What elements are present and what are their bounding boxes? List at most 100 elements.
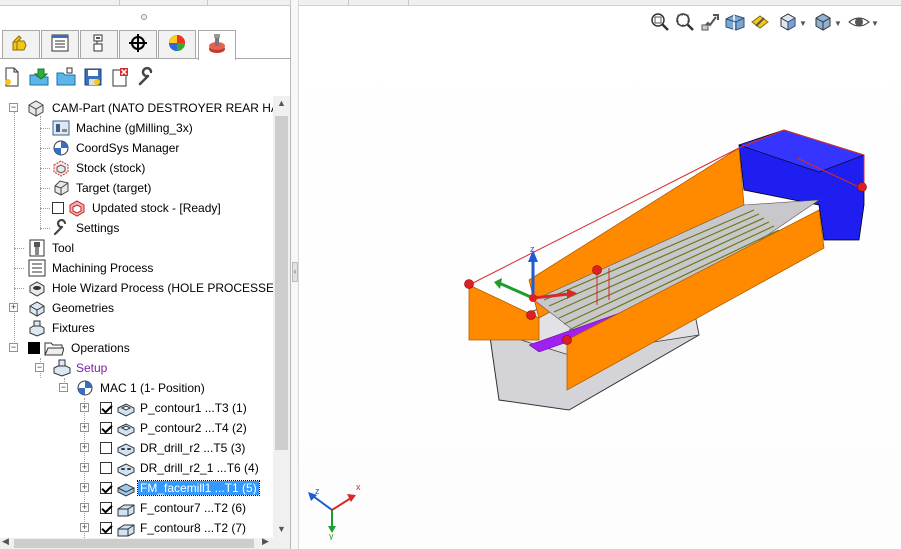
- expand-toggle[interactable]: +: [80, 423, 89, 432]
- panel-splitter[interactable]: ‹: [291, 0, 299, 549]
- configuration-manager-icon: [89, 33, 109, 56]
- tree-item-hole-wizard-process[interactable]: Hole Wizard Process (HOLE PROCESSES - SO…: [0, 278, 273, 298]
- expand-toggle[interactable]: +: [80, 443, 89, 452]
- collapse-toggle[interactable]: −: [9, 103, 18, 112]
- operation-checkbox[interactable]: [100, 422, 112, 434]
- scroll-up-arrow-icon[interactable]: ▲: [277, 98, 286, 108]
- cam-part-model[interactable]: z: [299, 0, 901, 440]
- stock-icon: [52, 159, 70, 177]
- tree-item-settings[interactable]: Settings: [0, 218, 273, 238]
- tree-item-tool[interactable]: Tool: [0, 238, 273, 258]
- operation-row[interactable]: + F_contour7 ...T2 (6): [0, 498, 273, 518]
- contour-op-icon: [116, 519, 135, 537]
- tree-item-fixtures[interactable]: Fixtures: [0, 318, 273, 338]
- tree-vertical-scrollbar[interactable]: ▲ ▼: [273, 96, 290, 538]
- scroll-down-arrow-icon[interactable]: ▼: [277, 524, 286, 534]
- collapse-toggle[interactable]: −: [9, 343, 18, 352]
- expand-toggle[interactable]: +: [80, 483, 89, 492]
- new-document-button[interactable]: [0, 66, 24, 90]
- expand-toggle[interactable]: +: [80, 463, 89, 472]
- tab-dimxpert-manager[interactable]: [119, 30, 157, 58]
- operation-checkbox[interactable]: [100, 522, 112, 534]
- settings-wrench-icon: [52, 218, 70, 237]
- machining-process-icon: [28, 259, 46, 277]
- tree-item-machining-process[interactable]: Machining Process: [0, 258, 273, 278]
- tree-item-label: Settings: [76, 221, 120, 235]
- tab-display-manager[interactable]: [158, 30, 196, 58]
- tree-horizontal-scrollbar[interactable]: ◀ ▶: [0, 536, 290, 549]
- operation-row[interactable]: + DR_drill_r2 ...T5 (3): [0, 438, 273, 458]
- close-document-icon: [110, 67, 130, 90]
- tab-cam-operation-tree[interactable]: [198, 30, 236, 60]
- tree-item-geometries[interactable]: + Geometries: [0, 298, 273, 318]
- expand-toggle[interactable]: +: [9, 303, 18, 312]
- expand-toggle[interactable]: +: [80, 503, 89, 512]
- tree-item-label: CoordSys Manager: [76, 141, 180, 155]
- tree-item-label: Hole Wizard Process (HOLE PROCESSES - SO…: [52, 281, 273, 295]
- tree-item-label: P_contour1 ...T3 (1): [140, 401, 247, 415]
- tree-item-coordsys-manager[interactable]: CoordSys Manager: [0, 138, 273, 158]
- tab-property-manager[interactable]: [41, 30, 79, 58]
- manager-tabs: [0, 30, 291, 60]
- display-manager-icon: [167, 33, 187, 56]
- operation-row[interactable]: + F_contour8 ...T2 (7): [0, 518, 273, 538]
- cam-operation-tree-icon: [206, 33, 228, 58]
- tree-item-target[interactable]: Target (target): [0, 178, 273, 198]
- collapse-toggle[interactable]: −: [35, 363, 44, 372]
- open-folder-button[interactable]: [54, 66, 78, 90]
- scroll-thumb[interactable]: [275, 116, 288, 450]
- panel-grip[interactable]: [141, 14, 147, 20]
- profile-op-icon: [116, 399, 135, 417]
- operation-checkbox[interactable]: [100, 482, 112, 494]
- tree-item-machine[interactable]: Machine (gMilling_3x): [0, 118, 273, 138]
- save-button[interactable]: [81, 66, 105, 90]
- collapse-panel-arrow-icon[interactable]: ‹: [292, 262, 298, 282]
- operation-checkbox[interactable]: [100, 442, 112, 454]
- tree-root-label: CAM-Part (NATO DESTROYER REAR HALF_MI: [52, 101, 273, 115]
- updated-stock-checkbox[interactable]: [52, 202, 64, 214]
- dimxpert-manager-icon: [128, 33, 148, 56]
- save-icon: [83, 67, 103, 90]
- expand-toggle[interactable]: +: [80, 403, 89, 412]
- tab-feature-manager[interactable]: [2, 30, 40, 58]
- graphics-viewport[interactable]: ▼ ▼ ▼ z y z x: [299, 0, 901, 549]
- operation-row[interactable]: + P_contour1 ...T3 (1): [0, 398, 273, 418]
- tree-item-label: Updated stock - [Ready]: [92, 201, 221, 215]
- drill-op-icon: [116, 459, 135, 477]
- tree-item-label: MAC 1 (1- Position): [100, 381, 205, 395]
- collapse-toggle[interactable]: −: [59, 383, 68, 392]
- tree-item-operations[interactable]: − Operations: [0, 338, 273, 358]
- feature-manager-panel: − CAM-Part (NATO DESTROYER REAR HALF_MI …: [0, 0, 291, 549]
- open-folder-icon: [55, 67, 77, 90]
- operation-row[interactable]: + DR_drill_r2_1 ...T6 (4): [0, 458, 273, 478]
- settings-wrench-button[interactable]: [135, 66, 159, 90]
- triad-y-label: y: [329, 531, 334, 540]
- open-arrow-button[interactable]: [27, 66, 51, 90]
- operation-checkbox[interactable]: [100, 402, 112, 414]
- tree-item-stock[interactable]: Stock (stock): [0, 158, 273, 178]
- coordsys-icon: [76, 379, 94, 397]
- tree-item-mac1[interactable]: − MAC 1 (1- Position): [0, 378, 273, 398]
- tree-item-label: DR_drill_r2_1 ...T6 (4): [140, 461, 259, 475]
- scroll-right-arrow-icon[interactable]: ▶: [262, 536, 269, 547]
- operation-row-selected[interactable]: + FM_facemill1 ...T1 (5): [0, 478, 273, 498]
- close-document-button[interactable]: [108, 66, 132, 90]
- tree-item-label: Stock (stock): [76, 161, 146, 175]
- operations-folder-icon: [44, 339, 65, 357]
- scroll-thumb[interactable]: [14, 539, 254, 548]
- tab-configuration-manager[interactable]: [80, 30, 118, 58]
- panel-top-strip: [0, 0, 291, 6]
- tree-root-cam-part[interactable]: − CAM-Part (NATO DESTROYER REAR HALF_MI: [0, 98, 273, 118]
- svg-text:z: z: [530, 244, 535, 254]
- operation-checkbox[interactable]: [100, 462, 112, 474]
- tree-item-setup[interactable]: − Setup: [0, 358, 273, 378]
- operation-row[interactable]: + P_contour2 ...T4 (2): [0, 418, 273, 438]
- operation-checkbox[interactable]: [100, 502, 112, 514]
- new-document-icon: [3, 67, 21, 90]
- scroll-left-arrow-icon[interactable]: ◀: [2, 536, 9, 547]
- tree-item-updated-stock[interactable]: Updated stock - [Ready]: [0, 198, 273, 218]
- triad-x-label: x: [356, 482, 361, 492]
- wrench-icon: [137, 66, 157, 90]
- expand-toggle[interactable]: +: [80, 523, 89, 532]
- tree-item-label: F_contour8 ...T2 (7): [140, 521, 247, 535]
